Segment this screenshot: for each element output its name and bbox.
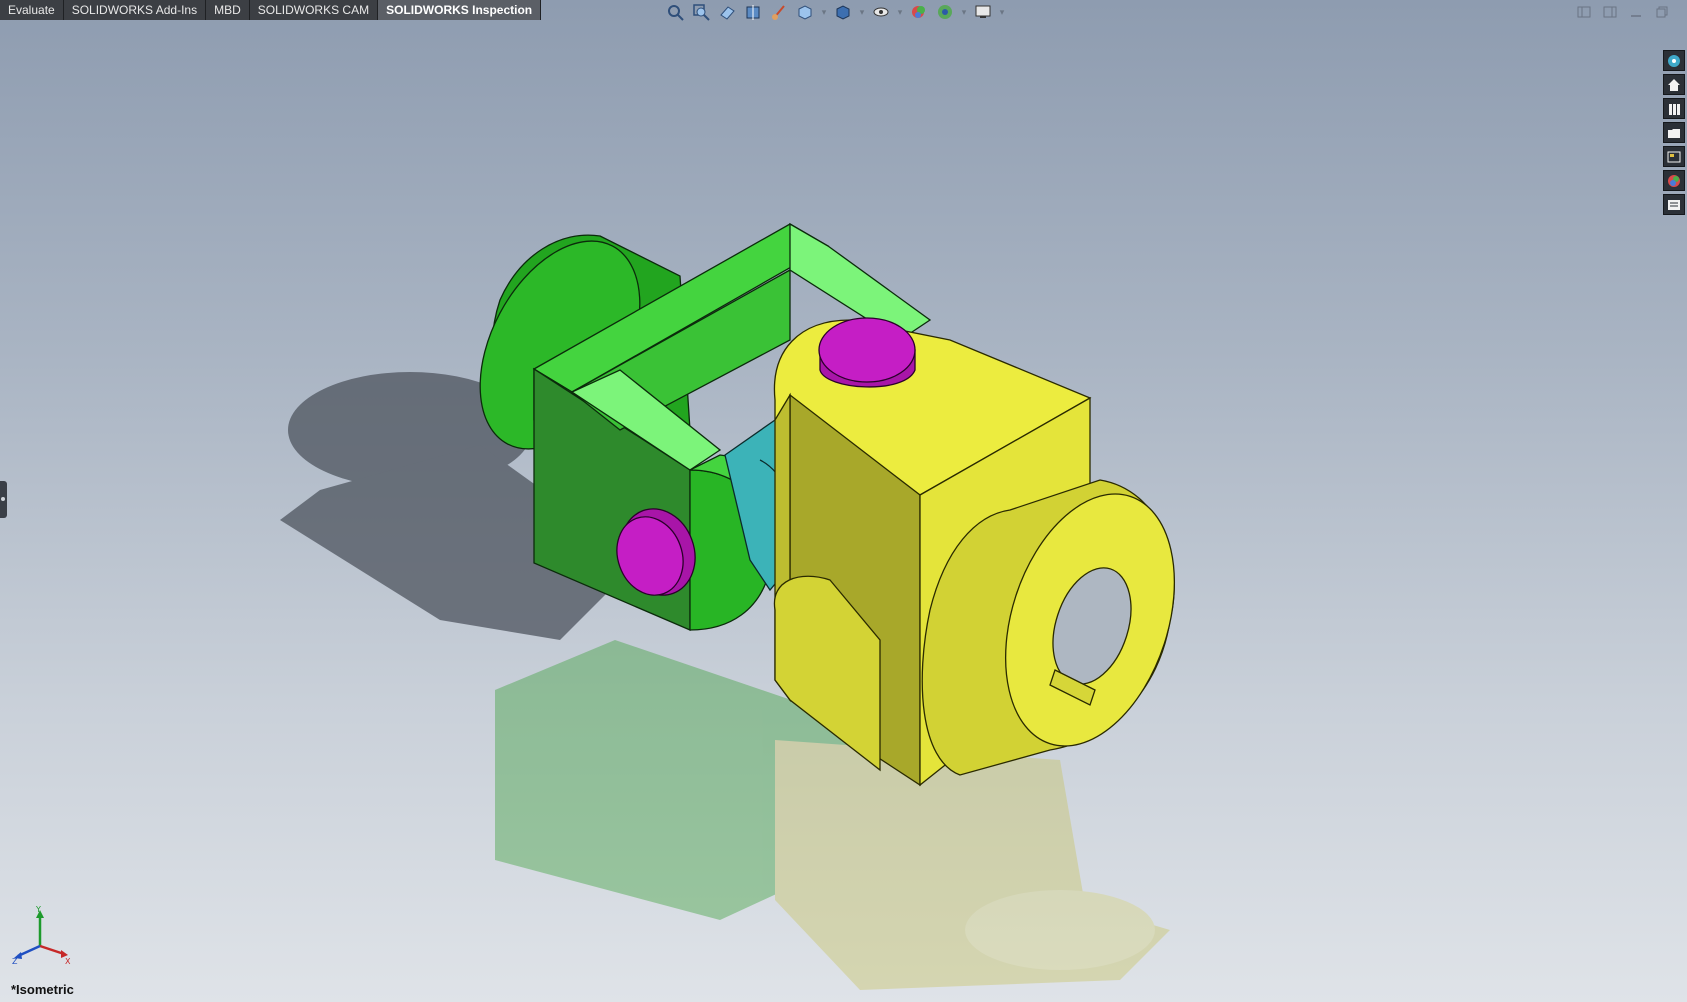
section-view-icon[interactable] (742, 3, 764, 21)
solidworks-resources-icon[interactable] (1663, 50, 1685, 71)
previous-view-icon[interactable] (716, 3, 738, 21)
appearances-scenes-icon[interactable] (1663, 170, 1685, 191)
file-explorer-icon[interactable] (1663, 122, 1685, 143)
triad-axis-y: Y (35, 906, 41, 914)
tile-left-icon[interactable] (1577, 5, 1591, 19)
custom-properties-icon[interactable] (1663, 194, 1685, 215)
pin-top[interactable] (818, 317, 916, 388)
design-library-icon[interactable] (1663, 98, 1685, 119)
apply-scene-icon[interactable] (934, 3, 956, 21)
restore-icon[interactable] (1655, 5, 1669, 19)
view-orientation-label: *Isometric (11, 982, 74, 997)
display-style-icon[interactable] (832, 3, 854, 21)
heads-up-view-toolbar: ▾ ▾ ▾ ▾ ▾ (664, 3, 1006, 21)
zoom-to-area-icon[interactable] (690, 3, 712, 21)
triad-axis-z: Z (12, 957, 18, 964)
dynamic-annotation-icon[interactable] (768, 3, 790, 21)
view-settings-icon[interactable] (972, 3, 994, 21)
zoom-to-fit-icon[interactable] (664, 3, 686, 21)
tab-solidworks-cam[interactable]: SOLIDWORKS CAM (250, 0, 379, 20)
tab-evaluate[interactable]: Evaluate (0, 0, 64, 20)
home-icon[interactable] (1663, 74, 1685, 95)
yellow-yoke[interactable] (773, 319, 1204, 787)
window-controls (1577, 5, 1669, 19)
command-manager-tabs: Evaluate SOLIDWORKS Add-Ins MBD SOLIDWOR… (0, 0, 542, 20)
tab-solidworks-inspection[interactable]: SOLIDWORKS Inspection (378, 0, 542, 20)
hide-show-items-icon[interactable] (870, 3, 892, 21)
dropdown-arrow-icon[interactable]: ▾ (896, 3, 904, 21)
feature-manager-collapse-handle[interactable] (0, 481, 7, 518)
dropdown-arrow-icon[interactable]: ▾ (960, 3, 968, 21)
triad-axis-x: X (65, 957, 71, 964)
dropdown-arrow-icon[interactable]: ▾ (858, 3, 866, 21)
tab-solidworks-add-ins[interactable]: SOLIDWORKS Add-Ins (64, 0, 207, 20)
dropdown-arrow-icon[interactable]: ▾ (998, 3, 1006, 21)
graphics-area[interactable]: Evaluate SOLIDWORKS Add-Ins MBD SOLIDWOR… (0, 0, 1687, 1002)
view-orientation-icon[interactable] (794, 3, 816, 21)
dropdown-arrow-icon[interactable]: ▾ (820, 3, 828, 21)
tab-mbd[interactable]: MBD (206, 0, 250, 20)
model-universal-joint[interactable] (0, 0, 1687, 1002)
edit-appearance-icon[interactable] (908, 3, 930, 21)
minimize-icon[interactable] (1629, 5, 1643, 19)
view-palette-icon[interactable] (1663, 146, 1685, 167)
tile-right-icon[interactable] (1603, 5, 1617, 19)
reference-triad: Y X Z (12, 906, 71, 964)
task-pane (1663, 50, 1687, 218)
